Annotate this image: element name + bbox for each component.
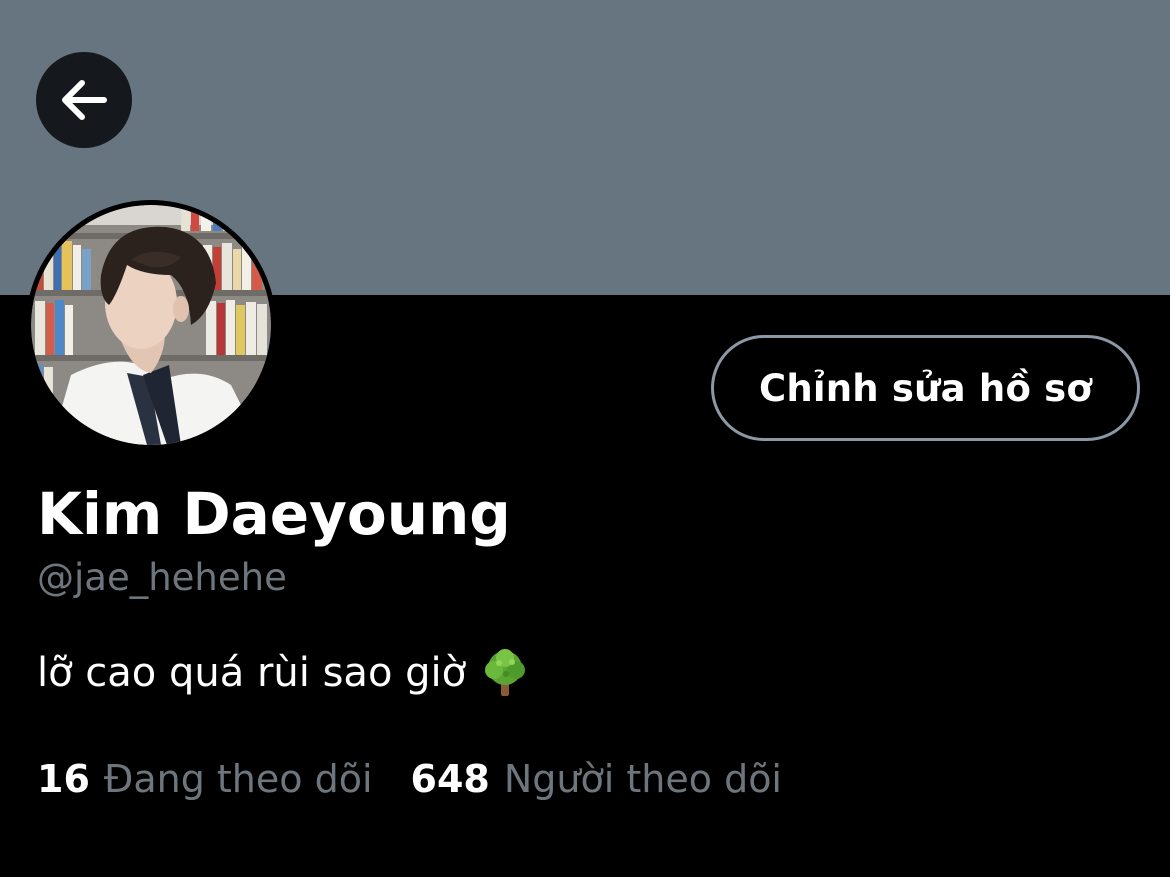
profile-page: Chỉnh sửa hồ sơ Kim Daeyoung @jae_hehehe… bbox=[0, 0, 1170, 877]
edit-profile-button[interactable]: Chỉnh sửa hồ sơ bbox=[711, 335, 1140, 441]
avatar[interactable] bbox=[26, 200, 276, 450]
display-name: Kim Daeyoung bbox=[37, 480, 511, 548]
following-stat[interactable]: 16 Đang theo dõi bbox=[37, 753, 373, 805]
follow-stats: 16 Đang theo dõi 648 Người theo dõi bbox=[37, 753, 782, 805]
following-count: 16 bbox=[37, 757, 90, 801]
followers-stat[interactable]: 648 Người theo dõi bbox=[411, 753, 782, 805]
followers-label: Người theo dõi bbox=[503, 757, 782, 801]
following-label: Đang theo dõi bbox=[103, 757, 373, 801]
bio-text: lỡ cao quá rùi sao giờ bbox=[37, 650, 467, 696]
arrow-left-icon bbox=[62, 80, 107, 120]
username-handle: @jae_hehehe bbox=[37, 556, 287, 599]
back-button[interactable] bbox=[36, 52, 132, 148]
deciduous-tree-icon bbox=[485, 649, 526, 696]
profile-photo bbox=[31, 205, 271, 445]
profile-bio: lỡ cao quá rùi sao giờ bbox=[37, 645, 528, 701]
followers-count: 648 bbox=[410, 757, 490, 801]
